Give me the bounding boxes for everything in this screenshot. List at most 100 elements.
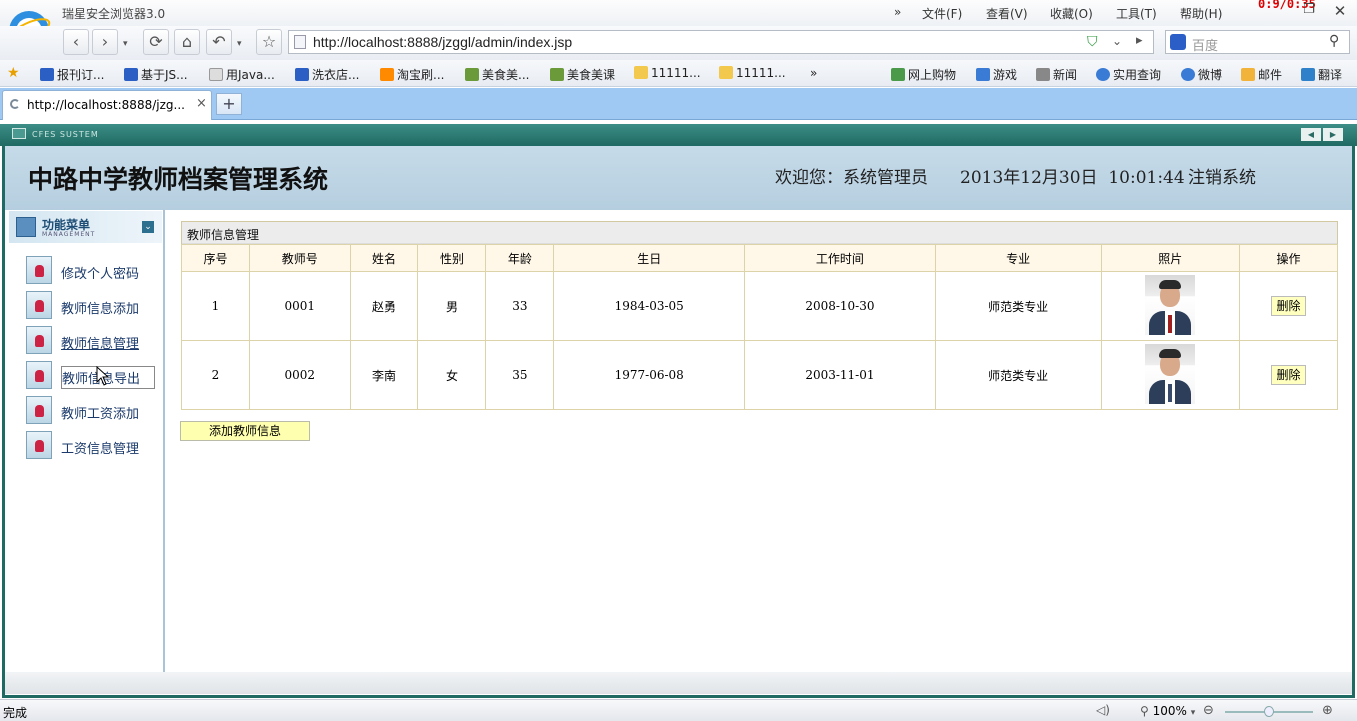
search-engine-icon[interactable] (1170, 34, 1186, 50)
cell-seq: 1 (181, 271, 250, 341)
menu-more[interactable]: » (894, 5, 901, 19)
cell-action: 删除 (1239, 340, 1338, 410)
search-icon[interactable]: ⚲ (1329, 33, 1339, 49)
sidebar-item-label[interactable]: 工资信息管理 (61, 438, 139, 457)
scroll-right-icon[interactable]: ▶ (1323, 128, 1343, 141)
collapse-icon[interactable]: ⌄ (142, 221, 154, 233)
menu-tools[interactable]: 工具(T) (1116, 5, 1157, 22)
search-placeholder[interactable]: 百度 (1192, 35, 1218, 54)
teacher-icon (26, 396, 52, 424)
bookmark-item[interactable]: 淘宝刷... (380, 66, 444, 83)
history-dropdown-icon[interactable]: ▾ (123, 39, 128, 49)
favorite-star-icon[interactable]: ☆ (256, 29, 282, 55)
menu-view[interactable]: 查看(V) (986, 5, 1028, 22)
sidebar-item-salary-manage[interactable]: 工资信息管理 (26, 431, 161, 461)
monitor-icon (12, 128, 26, 139)
menu-file[interactable]: 文件(F) (922, 5, 962, 22)
bookmark-item[interactable]: 用Java... (209, 66, 275, 83)
logout-link[interactable]: 注销系统 (1188, 163, 1256, 188)
loading-spinner-icon (10, 99, 20, 109)
panel-title: 教师信息管理 (187, 228, 260, 242)
cart-icon (891, 68, 905, 81)
quick-link-shopping[interactable]: 网上购物 (891, 66, 956, 83)
zoom-slider-handle[interactable] (1264, 706, 1274, 717)
sidebar-item-change-password[interactable]: 修改个人密码 (26, 256, 161, 286)
zoom-in-icon[interactable]: ⊕ (1322, 703, 1333, 718)
column-header: 生日 (553, 244, 746, 272)
sidebar-item-label[interactable]: 教师信息管理 (61, 333, 139, 352)
teacher-icon (26, 256, 52, 284)
bookmark-item[interactable]: 洗衣店... (295, 66, 359, 83)
close-window-icon[interactable]: ✕ (1331, 2, 1349, 20)
menu-favorites[interactable]: 收藏(O) (1050, 5, 1093, 22)
cell-name: 李南 (349, 340, 419, 410)
undo-dropdown-icon[interactable]: ▾ (237, 39, 242, 49)
bookmark-item[interactable]: 美食美课 (550, 66, 615, 83)
translate-icon (1301, 68, 1315, 81)
quick-link-translate[interactable]: 翻译 (1301, 66, 1342, 83)
delete-button[interactable]: 删除 (1271, 365, 1307, 385)
forward-icon[interactable]: › (92, 29, 118, 55)
favorites-star-icon[interactable]: ★ (7, 65, 20, 81)
diy-icon (465, 68, 479, 81)
sidebar-item-label[interactable]: 修改个人密码 (61, 263, 139, 282)
cell-id: 0002 (248, 340, 351, 410)
restore-icon[interactable]: ❐ (1300, 2, 1318, 18)
delete-button[interactable]: 删除 (1271, 296, 1307, 316)
search-box[interactable]: 百度 ⚲ (1165, 30, 1350, 54)
home-icon[interactable]: ⌂ (174, 29, 200, 55)
current-datetime: 2013年12月30日 10:01:44 (960, 168, 1185, 188)
sidebar-item-label[interactable]: 教师工资添加 (61, 403, 139, 422)
quick-link-mail[interactable]: 邮件 (1241, 66, 1282, 83)
bookmarks-more[interactable]: » (810, 66, 817, 80)
sidebar-item-teacher-manage[interactable]: 教师信息管理 (26, 326, 161, 356)
page-icon (294, 35, 306, 49)
sidebar-item-teacher-export[interactable]: 教师信息导出 (26, 361, 161, 391)
bookmark-item[interactable]: 美食美... (465, 66, 529, 83)
bookmark-folder[interactable]: 11111... (634, 66, 701, 80)
url-dropdown-icon[interactable]: ⌄ (1112, 34, 1122, 48)
scroll-left-icon[interactable]: ◀ (1301, 128, 1321, 141)
back-icon[interactable]: ‹ (63, 29, 89, 55)
mouse-cursor-icon (96, 366, 110, 386)
cell-birthday: 1977-06-08 (553, 340, 746, 410)
system-bar: CFES SUSTEM ◀ ▶ (0, 124, 1357, 146)
quick-link-games[interactable]: 游戏 (976, 66, 1017, 83)
url-text[interactable]: http://localhost:8888/jzggl/admin/index.… (313, 34, 572, 50)
sidebar-item-salary-add[interactable]: 教师工资添加 (26, 396, 161, 426)
bookmark-item[interactable]: 报刊订... (40, 66, 104, 83)
go-icon[interactable]: ▸ (1136, 33, 1143, 48)
mail-icon (1241, 68, 1255, 81)
zoom-dropdown-icon[interactable]: ▾ (1191, 708, 1196, 718)
zoom-out-icon[interactable]: ⊖ (1203, 703, 1214, 718)
zoom-level[interactable]: ⚲ 100% ▾ (1140, 704, 1195, 718)
folder-icon (634, 66, 648, 79)
menu-help[interactable]: 帮助(H) (1180, 5, 1222, 22)
quick-link-query[interactable]: 实用查询 (1096, 66, 1161, 83)
tab-close-icon[interactable]: × (196, 96, 207, 111)
refresh-icon[interactable]: ⟳ (143, 29, 169, 55)
sidebar-item-teacher-add[interactable]: 教师信息添加 (26, 291, 161, 321)
cell-birthday: 1984-03-05 (553, 271, 746, 341)
bookmark-item[interactable]: 基于JS... (124, 66, 188, 83)
cell-id: 0001 (248, 271, 351, 341)
teacher-icon (26, 361, 52, 389)
teacher-table: 序号 教师号 姓名 性别 年龄 生日 工作时间 专业 照片 操作 1 0001 … (181, 244, 1338, 410)
tab-title[interactable]: http://localhost:8888/jzg... (27, 98, 185, 112)
new-tab-button[interactable]: + (216, 93, 242, 115)
tab-active[interactable]: http://localhost:8888/jzg... × (2, 90, 212, 120)
quick-link-weibo[interactable]: 微博 (1181, 66, 1222, 83)
column-header: 序号 (181, 244, 250, 272)
speaker-icon[interactable]: ◁) (1096, 703, 1110, 717)
shield-icon[interactable]: ⛉ (1087, 34, 1098, 50)
teacher-icon (26, 291, 52, 319)
sidebar-item-label[interactable]: 教师信息添加 (61, 298, 139, 317)
address-bar[interactable]: http://localhost:8888/jzggl/admin/index.… (288, 30, 1154, 54)
bookmark-folder[interactable]: 11111... (719, 66, 786, 80)
table-row: 1 0001 赵勇 男 33 1984-03-05 2008-10-30 师范类… (181, 271, 1338, 341)
add-teacher-button[interactable]: 添加教师信息 (180, 421, 310, 441)
quick-link-news[interactable]: 新闻 (1036, 66, 1077, 83)
undo-icon[interactable]: ↶ (206, 29, 232, 55)
cell-age: 33 (485, 271, 555, 341)
page-icon (209, 68, 223, 81)
